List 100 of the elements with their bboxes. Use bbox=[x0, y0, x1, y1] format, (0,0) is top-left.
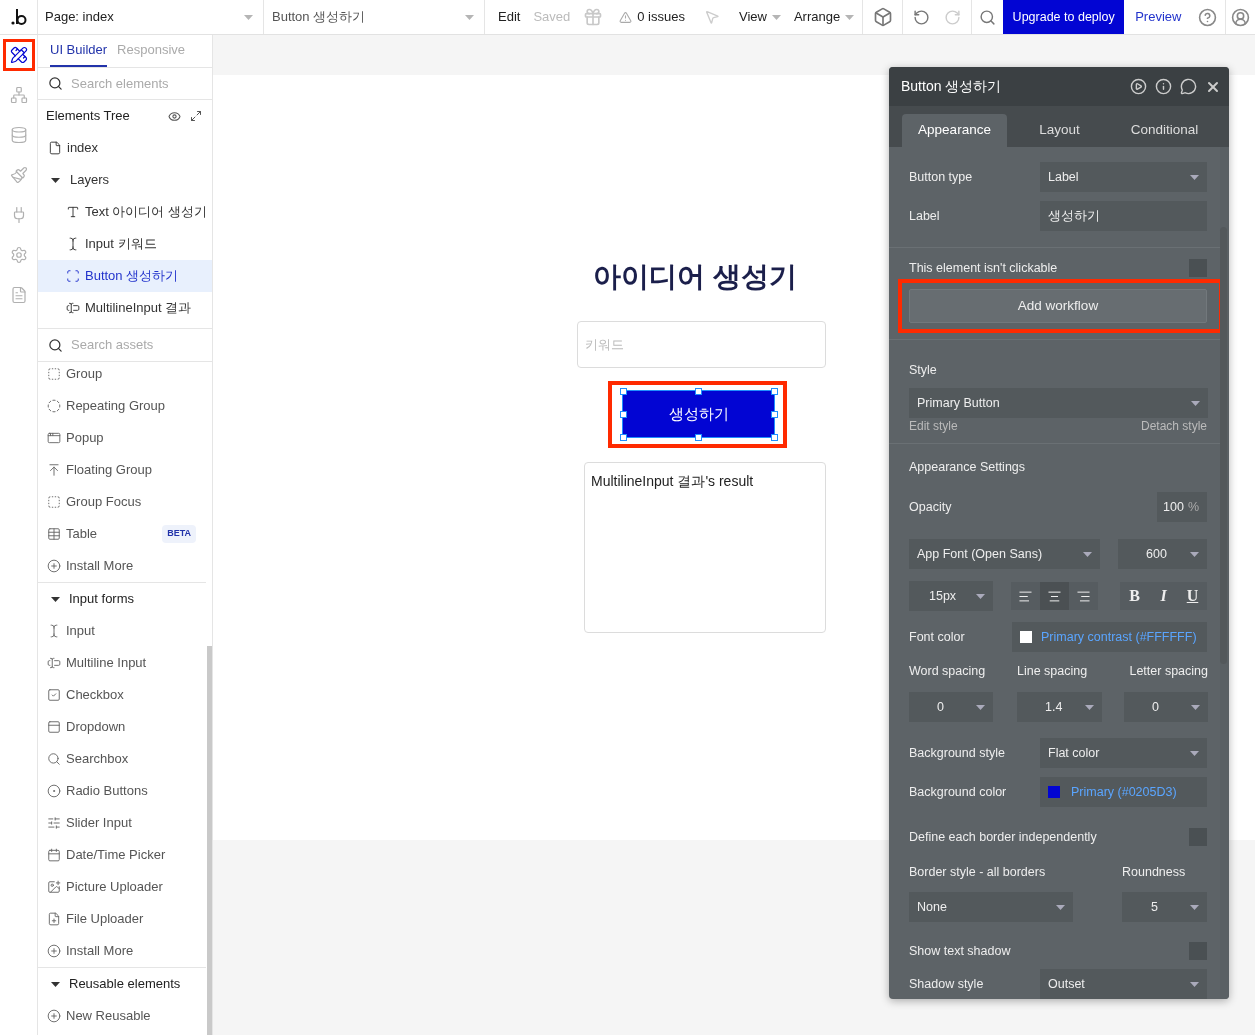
warning-icon bbox=[619, 10, 633, 24]
search-field[interactable]: Search elements bbox=[38, 68, 212, 100]
play-icon[interactable] bbox=[1130, 78, 1147, 95]
asset-item[interactable]: Table BETA bbox=[38, 518, 206, 550]
format-button[interactable]: U bbox=[1178, 582, 1207, 610]
asset-item[interactable]: Group Focus bbox=[38, 486, 206, 518]
asset-item[interactable]: Checkbox bbox=[38, 679, 206, 711]
asset-item[interactable]: Picture Uploader bbox=[38, 871, 206, 903]
dropdown[interactable]: 5 bbox=[1122, 892, 1207, 922]
sidebar-tab[interactable] bbox=[2, 39, 35, 71]
section-header[interactable]: Input forms bbox=[38, 583, 206, 615]
tree-item[interactable]: index bbox=[38, 132, 212, 164]
file-plus-icon bbox=[47, 912, 61, 926]
format-button[interactable]: I bbox=[1149, 582, 1178, 610]
resize-handle[interactable] bbox=[770, 410, 778, 418]
search-icon[interactable] bbox=[979, 8, 997, 26]
resize-handle[interactable] bbox=[695, 387, 702, 395]
panel-tab[interactable]: UI Builder bbox=[50, 35, 108, 67]
text-field[interactable]: 생성하기 bbox=[1040, 201, 1207, 231]
edit-button[interactable]: Edit bbox=[498, 7, 521, 27]
align-button[interactable] bbox=[1040, 582, 1069, 610]
upgrade-button[interactable]: Upgrade to deploy bbox=[1003, 0, 1125, 34]
asset-item[interactable]: Slider Input bbox=[38, 807, 206, 839]
color-swatch[interactable] bbox=[1020, 631, 1032, 643]
asset-item[interactable]: Group bbox=[38, 362, 206, 390]
dropdown[interactable]: Flat color bbox=[1040, 738, 1207, 768]
search-input[interactable]: Search elements bbox=[71, 73, 181, 94]
asset-item[interactable]: File Uploader bbox=[38, 903, 206, 935]
section-header[interactable]: Reusable elements bbox=[38, 968, 206, 1000]
asset-item[interactable]: Input bbox=[38, 615, 206, 647]
asset-item[interactable]: Popup bbox=[38, 422, 206, 454]
dropdown[interactable]: Label bbox=[1040, 162, 1207, 192]
undo-icon[interactable] bbox=[913, 8, 931, 26]
arrow-up-bar-icon bbox=[47, 463, 61, 477]
info-icon[interactable] bbox=[1155, 78, 1172, 95]
resize-handle[interactable] bbox=[619, 387, 627, 395]
issues-button[interactable]: 0 issues bbox=[619, 7, 685, 27]
dropdown[interactable]: 0 bbox=[909, 692, 993, 722]
add-workflow-button[interactable]: Add workflow bbox=[909, 289, 1207, 323]
dropdown[interactable]: 600 bbox=[1118, 539, 1207, 569]
resize-handle[interactable] bbox=[695, 433, 702, 441]
resize-handle[interactable] bbox=[619, 433, 627, 441]
tree-item[interactable]: Layers bbox=[38, 164, 212, 196]
caret-icon bbox=[1191, 400, 1200, 406]
panel-tab[interactable]: Conditional bbox=[1112, 114, 1217, 147]
paintbrush-icon bbox=[9, 166, 28, 184]
asset-item[interactable]: New Reusable bbox=[38, 1000, 206, 1032]
dashed-square-icon bbox=[47, 367, 61, 381]
dropdown[interactable]: 15px bbox=[909, 581, 993, 611]
asset-item[interactable]: Install More bbox=[38, 550, 206, 582]
element-selector[interactable]: Button 생성하기 bbox=[264, 0, 485, 34]
arrange-menu[interactable]: Arrange bbox=[793, 7, 855, 27]
align-left-icon bbox=[1018, 588, 1033, 604]
tree-item[interactable]: MultilineInput 결과 bbox=[38, 292, 212, 324]
resize-handle[interactable] bbox=[770, 387, 778, 395]
search-field[interactable]: Search assets bbox=[38, 329, 212, 362]
search-input[interactable]: Search assets bbox=[71, 335, 181, 355]
comment-icon[interactable] bbox=[1180, 78, 1197, 95]
color-swatch[interactable] bbox=[1048, 786, 1060, 798]
tree-item[interactable]: Button 생성하기 bbox=[38, 260, 212, 292]
number-field[interactable]: 100 % bbox=[1157, 492, 1207, 522]
help-icon[interactable] bbox=[1198, 7, 1218, 27]
dropdown[interactable]: 0 bbox=[1124, 692, 1208, 722]
field-label: Show text shadow bbox=[909, 942, 1011, 960]
view-menu[interactable]: View bbox=[739, 7, 781, 27]
tree-item[interactable]: Text 아이디어 생성기 bbox=[38, 196, 212, 228]
dropdown[interactable]: Outset bbox=[1040, 969, 1207, 999]
panel-tab[interactable]: Layout bbox=[1007, 114, 1112, 147]
eye-icon[interactable] bbox=[168, 109, 181, 123]
format-button[interactable]: B bbox=[1120, 582, 1149, 610]
resize-handle[interactable] bbox=[619, 410, 627, 418]
expand-icon[interactable] bbox=[190, 110, 202, 122]
asset-item[interactable]: Install More bbox=[38, 935, 206, 967]
text-icon bbox=[66, 205, 80, 219]
scrollbar[interactable] bbox=[1220, 227, 1227, 664]
logo-icon[interactable] bbox=[10, 8, 27, 26]
resize-handle[interactable] bbox=[770, 433, 778, 441]
asset-item[interactable]: Dropdown bbox=[38, 711, 206, 743]
dropdown[interactable]: App Font (Open Sans) bbox=[909, 539, 1100, 569]
dropdown[interactable]: None bbox=[909, 892, 1073, 922]
panel-tab[interactable]: Appearance bbox=[902, 114, 1007, 147]
avatar-icon[interactable] bbox=[1231, 7, 1251, 27]
preview-link[interactable]: Preview bbox=[1124, 0, 1193, 34]
multiline-input[interactable]: MultilineInput 결과's result bbox=[584, 462, 826, 633]
page-selector[interactable]: Page: index bbox=[38, 0, 264, 34]
generate-button[interactable]: 생성하기 bbox=[623, 391, 774, 437]
asset-item[interactable]: Radio Buttons bbox=[38, 775, 206, 807]
field-label: Background color bbox=[909, 783, 1007, 801]
dropdown[interactable]: Primary Button bbox=[909, 388, 1208, 418]
cube-icon[interactable] bbox=[872, 7, 893, 27]
asset-item[interactable]: Multiline Input bbox=[38, 647, 206, 679]
asset-item[interactable]: Date/Time Picker bbox=[38, 839, 206, 871]
asset-item[interactable]: Searchbox bbox=[38, 743, 206, 775]
asset-item[interactable]: Repeating Group bbox=[38, 390, 206, 422]
input-field[interactable]: 키워드 bbox=[577, 321, 826, 368]
asset-item[interactable]: Floating Group bbox=[38, 454, 206, 486]
tree-item[interactable]: Input 키워드 bbox=[38, 228, 212, 260]
caret-icon bbox=[1085, 704, 1094, 710]
scrollbar[interactable] bbox=[207, 646, 212, 1035]
dropdown[interactable]: 1.4 bbox=[1017, 692, 1102, 722]
